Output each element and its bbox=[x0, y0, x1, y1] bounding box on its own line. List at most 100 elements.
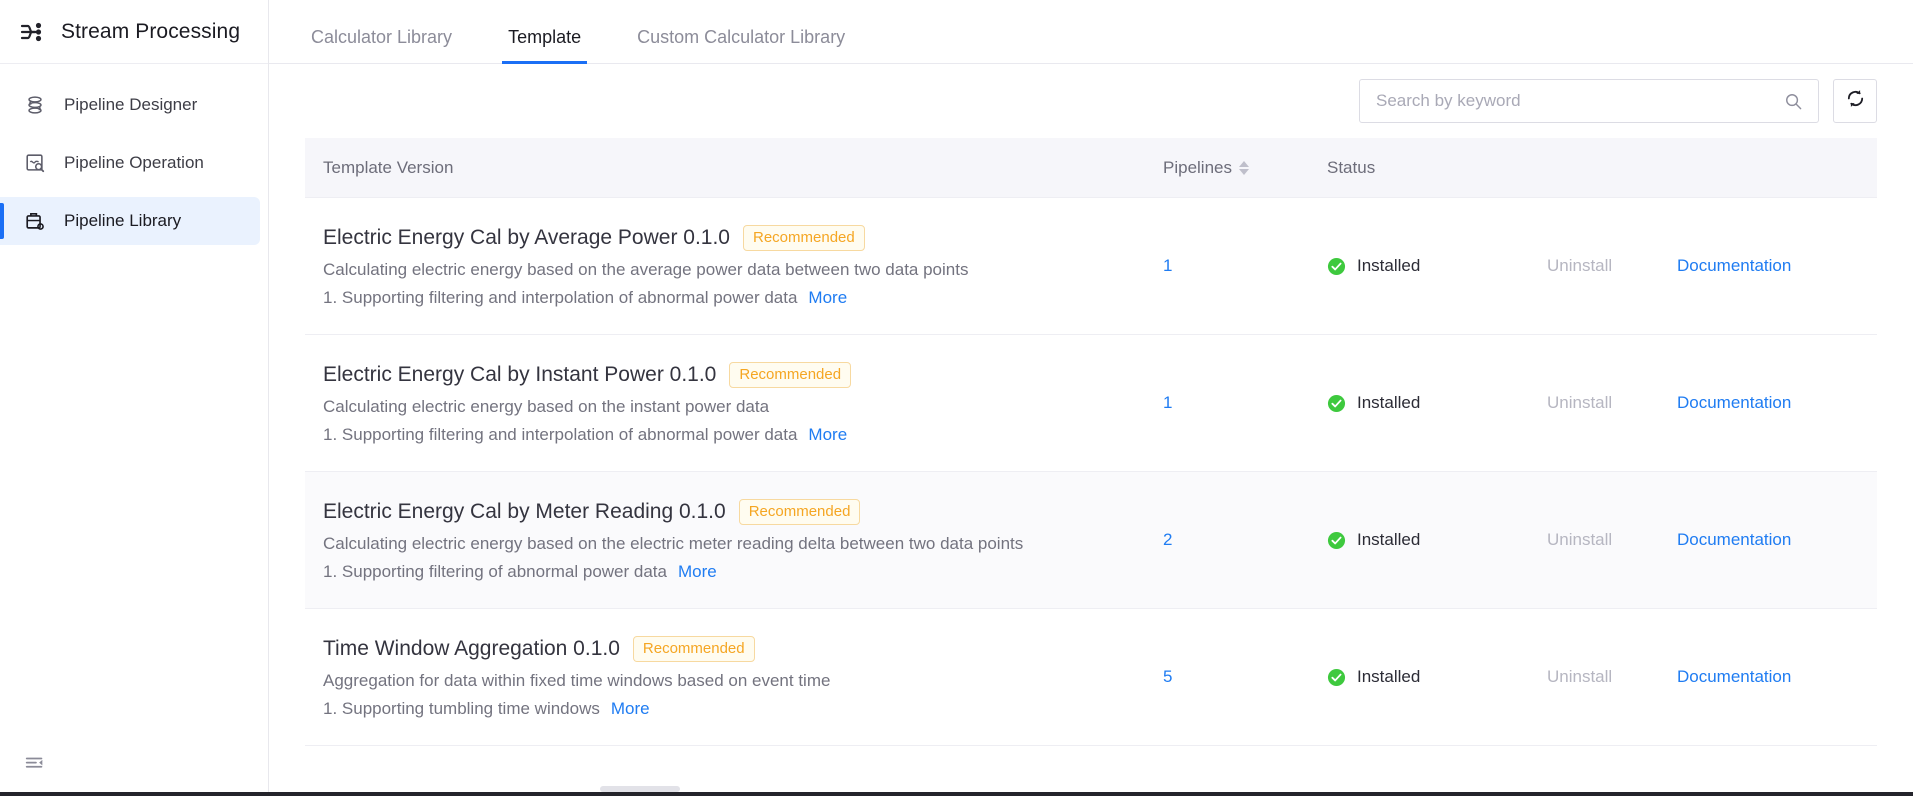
status-badge: Recommended bbox=[743, 224, 865, 251]
uninstall-button: Uninstall bbox=[1547, 393, 1613, 412]
cell-actions: Uninstall Documentation bbox=[1547, 256, 1877, 276]
cell-actions: Uninstall Documentation bbox=[1547, 530, 1877, 550]
column-header-pipelines-label: Pipelines bbox=[1163, 157, 1232, 177]
cell-status: Installed bbox=[1307, 393, 1547, 413]
cell-actions: Uninstall Documentation bbox=[1547, 667, 1877, 687]
app-title: Stream Processing bbox=[61, 19, 241, 43]
template-feature-text: 1. Supporting tumbling time windows bbox=[323, 698, 600, 718]
template-feature-line: 1. Supporting filtering and interpolatio… bbox=[323, 425, 1157, 445]
refresh-icon bbox=[1845, 88, 1866, 114]
status-text: Installed bbox=[1357, 256, 1421, 275]
template-feature-text: 1. Supporting filtering and interpolatio… bbox=[323, 287, 798, 307]
pipelines-count-link[interactable]: 5 bbox=[1163, 667, 1172, 686]
cell-template-version: Electric Energy Cal by Average Power 0.1… bbox=[305, 224, 1157, 308]
template-title: Electric Energy Cal by Meter Reading 0.1… bbox=[323, 499, 726, 523]
cell-template-version: Electric Energy Cal by Instant Power 0.1… bbox=[305, 361, 1157, 445]
more-link[interactable]: More bbox=[808, 425, 847, 445]
check-circle-icon bbox=[1327, 531, 1346, 550]
column-header-pipelines: Pipelines bbox=[1157, 158, 1307, 178]
more-link[interactable]: More bbox=[678, 562, 717, 582]
pipeline-designer-icon bbox=[23, 93, 47, 117]
column-header-status: Status bbox=[1327, 157, 1376, 177]
table-row: Electric Energy Cal by Meter Reading 0.1… bbox=[305, 472, 1877, 609]
sidebar-item-label: Pipeline Designer bbox=[64, 95, 198, 114]
template-title: Electric Energy Cal by Average Power 0.1… bbox=[323, 225, 730, 249]
sidebar-header: Stream Processing bbox=[0, 0, 268, 64]
sidebar: Stream Processing Pipeline Designer Pipe… bbox=[0, 0, 269, 796]
pipeline-operation-icon bbox=[23, 151, 47, 175]
uninstall-button: Uninstall bbox=[1547, 667, 1613, 686]
check-circle-icon bbox=[1327, 394, 1346, 413]
more-link[interactable]: More bbox=[611, 699, 650, 719]
template-table-wrapper: Template Version Pipelines Status Electr… bbox=[269, 138, 1913, 796]
tab-template[interactable]: Template bbox=[502, 27, 588, 64]
search-input[interactable] bbox=[1376, 91, 1784, 111]
documentation-link[interactable]: Documentation bbox=[1677, 667, 1791, 687]
sort-arrows-icon[interactable] bbox=[1239, 160, 1249, 175]
column-header-template-version: Template Version bbox=[323, 157, 454, 177]
app-window: Stream Processing Pipeline Designer Pipe… bbox=[0, 0, 1913, 796]
documentation-link[interactable]: Documentation bbox=[1677, 256, 1791, 276]
sidebar-nav: Pipeline Designer Pipeline Operation Pip… bbox=[0, 64, 268, 250]
cell-pipelines: 1 bbox=[1157, 393, 1307, 413]
menu-fold-icon[interactable] bbox=[22, 751, 48, 777]
pipelines-count-link[interactable]: 2 bbox=[1163, 530, 1172, 549]
sidebar-footer bbox=[0, 732, 268, 796]
template-title-line: Electric Energy Cal by Meter Reading 0.1… bbox=[323, 498, 1157, 525]
template-title-line: Time Window Aggregation 0.1.0 Recommende… bbox=[323, 635, 1157, 662]
cell-template-version: Electric Energy Cal by Meter Reading 0.1… bbox=[305, 498, 1157, 582]
table-row: Electric Energy Cal by Instant Power 0.1… bbox=[305, 335, 1877, 472]
search-box[interactable] bbox=[1359, 79, 1819, 123]
template-feature-text: 1. Supporting filtering and interpolatio… bbox=[323, 424, 798, 444]
template-title: Time Window Aggregation 0.1.0 bbox=[323, 636, 620, 660]
search-icon[interactable] bbox=[1784, 92, 1804, 111]
table-row: Time Window Aggregation 0.1.0 Recommende… bbox=[305, 609, 1877, 746]
cell-template-version: Time Window Aggregation 0.1.0 Recommende… bbox=[305, 635, 1157, 719]
refresh-button[interactable] bbox=[1833, 79, 1877, 123]
sidebar-item-pipeline-operation[interactable]: Pipeline Operation bbox=[0, 139, 260, 187]
more-link[interactable]: More bbox=[808, 288, 847, 308]
pipelines-count-link[interactable]: 1 bbox=[1163, 393, 1172, 412]
template-description: Calculating electric energy based on the… bbox=[323, 259, 969, 279]
sidebar-item-pipeline-library[interactable]: Pipeline Library bbox=[0, 197, 260, 245]
cell-status: Installed bbox=[1307, 256, 1547, 276]
check-circle-icon bbox=[1327, 257, 1346, 276]
documentation-link[interactable]: Documentation bbox=[1677, 530, 1791, 550]
tab-custom-calculator-library[interactable]: Custom Calculator Library bbox=[631, 27, 851, 63]
template-title: Electric Energy Cal by Instant Power 0.1… bbox=[323, 362, 717, 386]
table-row: Electric Energy Cal by Average Power 0.1… bbox=[305, 198, 1877, 335]
template-feature-line: 1. Supporting filtering and interpolatio… bbox=[323, 288, 1157, 308]
sidebar-item-label: Pipeline Operation bbox=[64, 153, 204, 172]
toolbar bbox=[269, 64, 1913, 138]
template-feature-line: 1. Supporting filtering of abnormal powe… bbox=[323, 562, 1157, 582]
stream-processing-icon bbox=[17, 17, 47, 47]
cell-actions: Uninstall Documentation bbox=[1547, 393, 1877, 413]
documentation-link[interactable]: Documentation bbox=[1677, 393, 1791, 413]
main-content: Calculator Library Template Custom Calcu… bbox=[269, 0, 1913, 796]
cell-pipelines: 5 bbox=[1157, 667, 1307, 687]
window-bottom-edge bbox=[0, 792, 1913, 796]
template-description: Calculating electric energy based on the… bbox=[323, 533, 1024, 553]
status-badge: Recommended bbox=[738, 498, 861, 525]
status-text: Installed bbox=[1357, 667, 1421, 686]
cell-pipelines: 2 bbox=[1157, 530, 1307, 550]
table-header-row: Template Version Pipelines Status bbox=[305, 138, 1877, 198]
template-title-line: Electric Energy Cal by Average Power 0.1… bbox=[323, 224, 1157, 251]
status-text: Installed bbox=[1357, 393, 1421, 412]
sidebar-item-label: Pipeline Library bbox=[64, 211, 182, 230]
cell-pipelines: 1 bbox=[1157, 256, 1307, 276]
template-feature-text: 1. Supporting filtering of abnormal powe… bbox=[323, 561, 667, 581]
pipeline-library-icon bbox=[23, 209, 47, 233]
status-badge: Recommended bbox=[729, 361, 852, 388]
cell-status: Installed bbox=[1307, 667, 1547, 687]
status-text: Installed bbox=[1357, 530, 1421, 549]
pipelines-count-link[interactable]: 1 bbox=[1163, 256, 1172, 275]
template-feature-line: 1. Supporting tumbling time windows More bbox=[323, 699, 1157, 719]
sidebar-item-pipeline-designer[interactable]: Pipeline Designer bbox=[0, 81, 260, 129]
uninstall-button: Uninstall bbox=[1547, 256, 1613, 275]
template-title-line: Electric Energy Cal by Instant Power 0.1… bbox=[323, 361, 1157, 388]
tab-calculator-library[interactable]: Calculator Library bbox=[305, 27, 458, 63]
template-description: Aggregation for data within fixed time w… bbox=[323, 670, 831, 690]
check-circle-icon bbox=[1327, 668, 1346, 687]
uninstall-button: Uninstall bbox=[1547, 530, 1613, 549]
